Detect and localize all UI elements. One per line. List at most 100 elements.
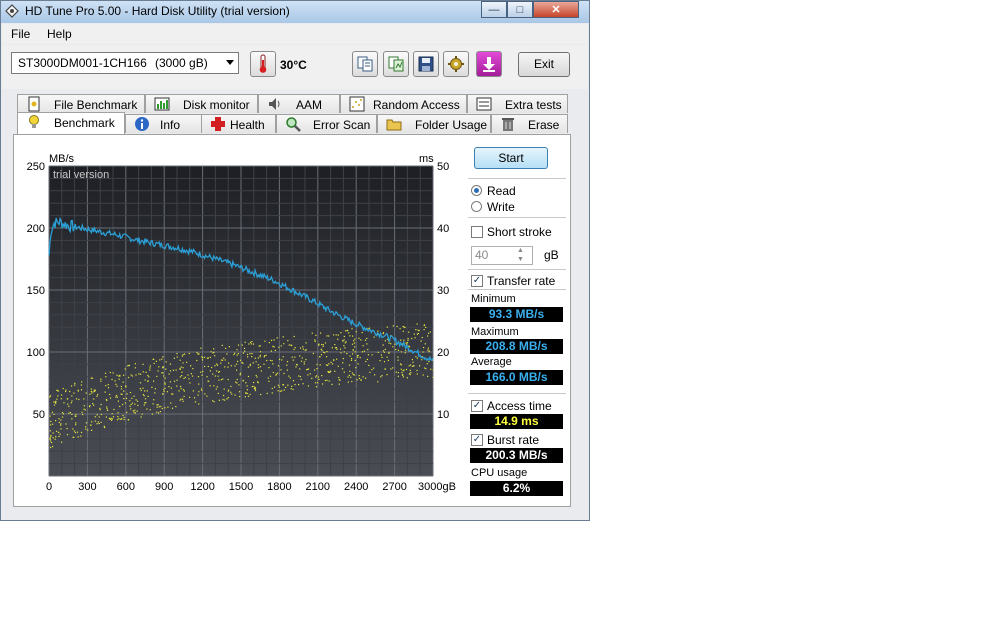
access-time-point (182, 362, 184, 364)
gb-unit-label: gB (544, 248, 559, 262)
access-time-point (338, 383, 340, 385)
access-time-point (228, 362, 230, 364)
access-time-point (61, 412, 64, 414)
read-radio[interactable] (471, 185, 482, 196)
tab-label: Folder Usage (415, 118, 488, 132)
access-time-point (91, 429, 93, 431)
tab-benchmark[interactable]: Benchmark (17, 112, 125, 134)
burst-rate-value: 200.3 MB/s (470, 448, 563, 463)
access-time-point (283, 343, 285, 345)
tab-disk-monitor[interactable]: Disk monitor (145, 94, 258, 113)
access-time-point (83, 398, 85, 400)
tab-aam[interactable]: AAM (258, 94, 340, 113)
access-time-point (201, 389, 203, 391)
access-time-checkbox[interactable]: ✓ (471, 400, 483, 412)
access-time-point (396, 325, 398, 328)
access-time-point (408, 365, 410, 367)
access-time-point (296, 364, 298, 366)
access-time-point (147, 380, 149, 382)
minimize-button[interactable]: — (481, 1, 507, 18)
save-button[interactable] (413, 51, 439, 77)
access-time-point (246, 392, 248, 395)
access-time-point (56, 398, 58, 400)
access-time-point (162, 367, 164, 369)
start-button[interactable]: Start (474, 147, 548, 169)
access-time-point (353, 342, 355, 344)
access-time-point (74, 382, 76, 384)
access-time-point (236, 369, 238, 371)
access-time-point (282, 336, 284, 338)
access-time-point (384, 348, 386, 350)
access-time-point (217, 375, 219, 377)
access-time-point (263, 356, 265, 358)
access-time-point (224, 366, 226, 368)
access-time-point (106, 406, 108, 408)
access-time-point (139, 382, 142, 384)
access-time-point (123, 418, 125, 421)
access-time-point (429, 331, 431, 333)
access-time-point (156, 406, 158, 408)
access-time-point (354, 351, 356, 353)
tab-extra-tests[interactable]: Extra tests (467, 94, 568, 113)
access-time-point (157, 370, 159, 372)
tab-erase[interactable]: Erase (491, 114, 568, 133)
access-time-point (283, 372, 285, 375)
access-time-point (77, 389, 79, 391)
transfer-rate-checkbox[interactable]: ✓ (471, 275, 483, 287)
speaker-icon (269, 98, 280, 110)
access-time-point (213, 351, 215, 353)
access-time-point (260, 393, 262, 396)
disk-monitor-icon (154, 97, 170, 111)
maximize-button[interactable]: □ (507, 1, 533, 18)
options-button[interactable] (443, 51, 469, 77)
menu-help[interactable]: Help (47, 27, 72, 41)
access-time-point (157, 404, 159, 406)
copy-screen-button[interactable] (383, 51, 409, 77)
burst-rate-checkbox[interactable]: ✓ (471, 434, 483, 446)
file-benchmark-icon (28, 96, 40, 112)
access-time-point (302, 383, 304, 385)
access-time-point (278, 346, 280, 348)
access-time-point (377, 330, 379, 332)
spin-down-icon[interactable]: ▼ (517, 256, 524, 263)
access-time-point (89, 393, 91, 395)
access-time-point (153, 399, 155, 401)
access-time-point (268, 380, 270, 382)
access-time-point (222, 378, 224, 380)
access-time-point (248, 343, 250, 345)
y-left-tick-label: 100 (27, 347, 45, 359)
temperature-button[interactable] (250, 51, 276, 77)
access-time-point (244, 350, 246, 352)
exit-button[interactable]: Exit (518, 52, 570, 77)
access-time-point (136, 410, 138, 412)
menu-file[interactable]: File (11, 27, 30, 41)
copy-text-button[interactable] (352, 51, 378, 77)
access-time-point (89, 406, 91, 408)
access-time-point (200, 388, 203, 390)
spin-up-icon[interactable]: ▲ (517, 247, 524, 254)
access-time-point (111, 418, 113, 420)
tab-file-benchmark[interactable]: File Benchmark (17, 94, 145, 113)
trial-watermark: trial version (53, 169, 109, 181)
tab-health[interactable]: Health (201, 114, 276, 133)
access-time-point (365, 377, 367, 379)
close-button[interactable]: ✕ (533, 1, 579, 18)
tab-folder-usage[interactable]: Folder Usage (377, 114, 491, 133)
drive-select[interactable]: ST3000DM001-1CH166 (3000 gB) (11, 52, 239, 74)
y-left-ticks: 250 200 150 100 50 (27, 161, 45, 421)
download-button[interactable] (476, 51, 502, 77)
access-time-point (374, 374, 376, 376)
access-time-point (344, 347, 346, 349)
short-stroke-checkbox[interactable] (471, 226, 483, 238)
access-time-point (130, 374, 132, 376)
access-time-point (242, 380, 244, 382)
tab-error-scan[interactable]: Error Scan (276, 114, 377, 133)
tab-random-access[interactable]: Random Access (340, 94, 467, 113)
access-time-point (397, 372, 399, 374)
access-time-point (278, 386, 280, 388)
minimum-value: 93.3 MB/s (470, 307, 563, 322)
access-time-point (68, 412, 70, 414)
access-time-point (130, 403, 132, 406)
access-time-point (373, 336, 375, 338)
write-radio[interactable] (471, 201, 482, 212)
